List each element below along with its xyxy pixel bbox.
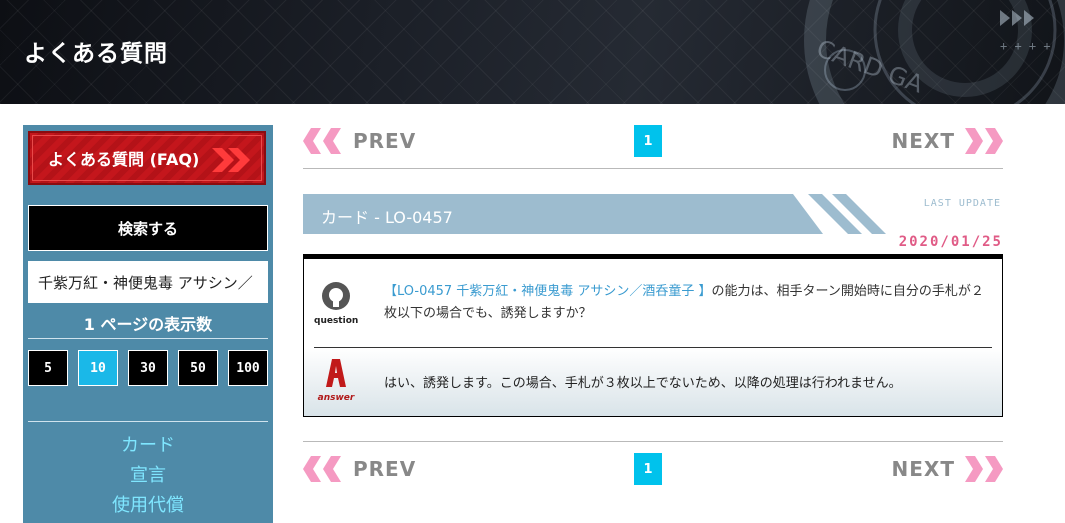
divider bbox=[28, 421, 268, 422]
double-chevron-right-icon bbox=[965, 456, 1003, 482]
header-banner: CARD GA + + + + よくある質問 bbox=[0, 0, 1065, 104]
update-date: 2020/01/25 bbox=[898, 234, 1003, 250]
faq-button[interactable]: よくある質問 (FAQ) bbox=[28, 131, 266, 185]
next-link[interactable]: NEXT bbox=[892, 128, 1003, 154]
double-chevron-right-icon bbox=[212, 148, 250, 172]
banner-decoration-icon: CARD GA + + + + bbox=[804, 0, 1065, 104]
double-chevron-left-icon bbox=[303, 128, 341, 154]
next-link[interactable]: NEXT bbox=[892, 456, 1003, 482]
card-header: カード - LO-0457 LAST UPDATE 2020/01/25 bbox=[303, 194, 1003, 254]
qa-box: question 【LO-0457 千紫万紅・神便鬼毒 アサシン／酒呑童子 】の… bbox=[303, 254, 1003, 417]
question-caption: question bbox=[314, 316, 359, 326]
pager-bottom: PREV 1 NEXT bbox=[303, 450, 1003, 490]
card-title: カード - LO-0457 bbox=[321, 208, 453, 227]
answer-icon: answer bbox=[314, 358, 358, 403]
page-number[interactable]: 1 bbox=[634, 125, 662, 157]
answer-row: answer はい、誘発します。この場合、手札が３枚以上でないため、以降の処理は… bbox=[304, 348, 1002, 416]
divider bbox=[303, 441, 1003, 442]
search-input[interactable]: 千紫万紅・神便鬼毒 アサシン／ bbox=[28, 261, 268, 303]
answer-text: はい、誘発します。この場合、手札が３枚以上でないため、以降の処理は行われません。 bbox=[384, 376, 902, 391]
double-chevron-right-icon bbox=[965, 128, 1003, 154]
next-label: NEXT bbox=[891, 457, 955, 481]
sidebar-link-declaration[interactable]: 宣言 bbox=[23, 461, 273, 491]
question-icon: question bbox=[314, 281, 358, 326]
next-label: NEXT bbox=[891, 129, 955, 153]
sidebar: よくある質問 (FAQ) 検索する 千紫万紅・神便鬼毒 アサシン／ 1 ページの… bbox=[23, 125, 273, 523]
sidebar-link-card[interactable]: カード bbox=[23, 431, 273, 461]
card-link[interactable]: 【LO-0457 千紫万紅・神便鬼毒 アサシン／酒呑童子 】 bbox=[384, 284, 712, 299]
prev-label: PREV bbox=[353, 129, 417, 153]
search-button[interactable]: 検索する bbox=[28, 205, 268, 251]
per-page-option-100[interactable]: 100 bbox=[228, 350, 268, 386]
per-page-label: 1 ページの表示数 bbox=[83, 315, 213, 334]
a-badge-icon bbox=[326, 359, 346, 387]
per-page-options: 5 10 30 50 100 bbox=[28, 350, 268, 386]
answer-caption: answer bbox=[317, 393, 355, 403]
svg-text:+ + + +: + + + + bbox=[1000, 39, 1051, 53]
per-page-option-30[interactable]: 30 bbox=[128, 350, 168, 386]
category-links: カード 宣言 使用代償 bbox=[23, 431, 273, 521]
per-page-option-10[interactable]: 10 bbox=[78, 350, 118, 386]
divider bbox=[303, 168, 1003, 169]
per-page-option-5[interactable]: 5 bbox=[28, 350, 68, 386]
divider bbox=[28, 338, 268, 339]
page-title: よくある質問 bbox=[24, 41, 168, 67]
prev-link[interactable]: PREV bbox=[303, 456, 416, 482]
per-page-option-50[interactable]: 50 bbox=[178, 350, 218, 386]
pager-top: PREV 1 NEXT bbox=[303, 122, 1003, 162]
prev-link[interactable]: PREV bbox=[303, 128, 416, 154]
q-badge-icon bbox=[322, 282, 350, 310]
page-number[interactable]: 1 bbox=[634, 453, 662, 485]
prev-label: PREV bbox=[353, 457, 417, 481]
question-row: question 【LO-0457 千紫万紅・神便鬼毒 アサシン／酒呑童子 】の… bbox=[304, 259, 1002, 347]
stripe-decoration-icon bbox=[808, 194, 886, 234]
last-update-label: LAST UPDATE bbox=[923, 198, 1001, 209]
double-chevron-left-icon bbox=[303, 456, 341, 482]
question-text: 【LO-0457 千紫万紅・神便鬼毒 アサシン／酒呑童子 】の能力は、相手ターン… bbox=[384, 281, 984, 325]
sidebar-link-cost[interactable]: 使用代償 bbox=[23, 491, 273, 521]
faq-button-label: よくある質問 (FAQ) bbox=[48, 150, 200, 169]
